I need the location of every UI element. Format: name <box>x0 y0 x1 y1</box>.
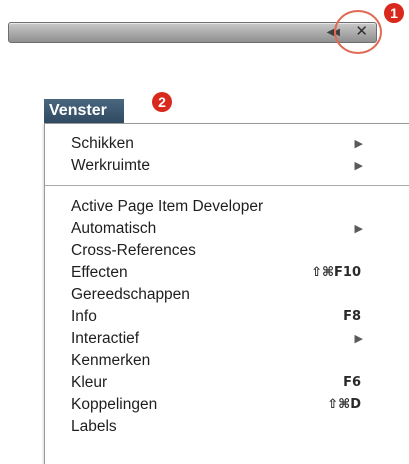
menu-item-active-page-item-developer[interactable]: Active Page Item Developer <box>71 196 409 218</box>
highlight-circle <box>334 10 382 54</box>
collapsed-panel-bar[interactable]: ◀◀ ✕ <box>8 22 377 43</box>
callout-badge-1: 1 <box>384 3 404 23</box>
menu-item-labels[interactable]: Labels <box>71 416 409 438</box>
keyboard-shortcut: F8 <box>343 309 361 324</box>
keyboard-shortcut: ⇧⌘D <box>327 397 361 412</box>
menu-item-label: Kenmerken <box>71 352 151 369</box>
menu-item-info[interactable]: Info F8 <box>71 306 409 328</box>
menu-item-interactief[interactable]: Interactief ▶ <box>71 328 409 350</box>
menu-item-effecten[interactable]: Effecten ⇧⌘F10 <box>71 262 409 284</box>
menu-item-label: Info <box>71 308 97 325</box>
menu-item-kleur[interactable]: Kleur F6 <box>71 372 409 394</box>
menu-title-venster[interactable]: Venster <box>44 99 124 123</box>
menu-separator <box>45 185 409 186</box>
menu-item-label: Cross-References <box>71 242 196 259</box>
menu-item-label: Automatisch <box>71 220 157 237</box>
venster-menu: Schikken ▶ Werkruimte ▶ Active Page Item… <box>44 123 409 464</box>
menu-item-label: Koppelingen <box>71 396 158 413</box>
menu-item-koppelingen[interactable]: Koppelingen ⇧⌘D <box>71 394 409 416</box>
submenu-arrow-icon: ▶ <box>354 159 363 172</box>
keyboard-shortcut: F6 <box>343 375 361 390</box>
keyboard-shortcut: ⇧⌘F10 <box>311 265 361 280</box>
menu-item-label: Active Page Item Developer <box>71 198 264 215</box>
menu-item-cross-references[interactable]: Cross-References <box>71 240 409 262</box>
menu-item-label: Kleur <box>71 374 108 391</box>
menu-item-werkruimte[interactable]: Werkruimte ▶ <box>71 155 409 177</box>
menu-item-kenmerken[interactable]: Kenmerken <box>71 350 409 372</box>
menu-item-automatisch[interactable]: Automatisch ▶ <box>71 218 409 240</box>
menu-item-label: Interactief <box>71 330 140 347</box>
menu-item-label: Werkruimte <box>71 157 150 174</box>
submenu-arrow-icon: ▶ <box>354 332 363 345</box>
menu-item-label: Schikken <box>71 135 134 152</box>
menu-item-label: Effecten <box>71 264 128 281</box>
menu-item-schikken[interactable]: Schikken ▶ <box>71 133 409 155</box>
menu-item-gereedschappen[interactable]: Gereedschappen <box>71 284 409 306</box>
submenu-arrow-icon: ▶ <box>354 137 363 150</box>
submenu-arrow-icon: ▶ <box>354 222 363 235</box>
callout-badge-2: 2 <box>152 92 172 112</box>
menu-item-label: Labels <box>71 418 117 435</box>
menu-item-label: Gereedschappen <box>71 286 190 303</box>
